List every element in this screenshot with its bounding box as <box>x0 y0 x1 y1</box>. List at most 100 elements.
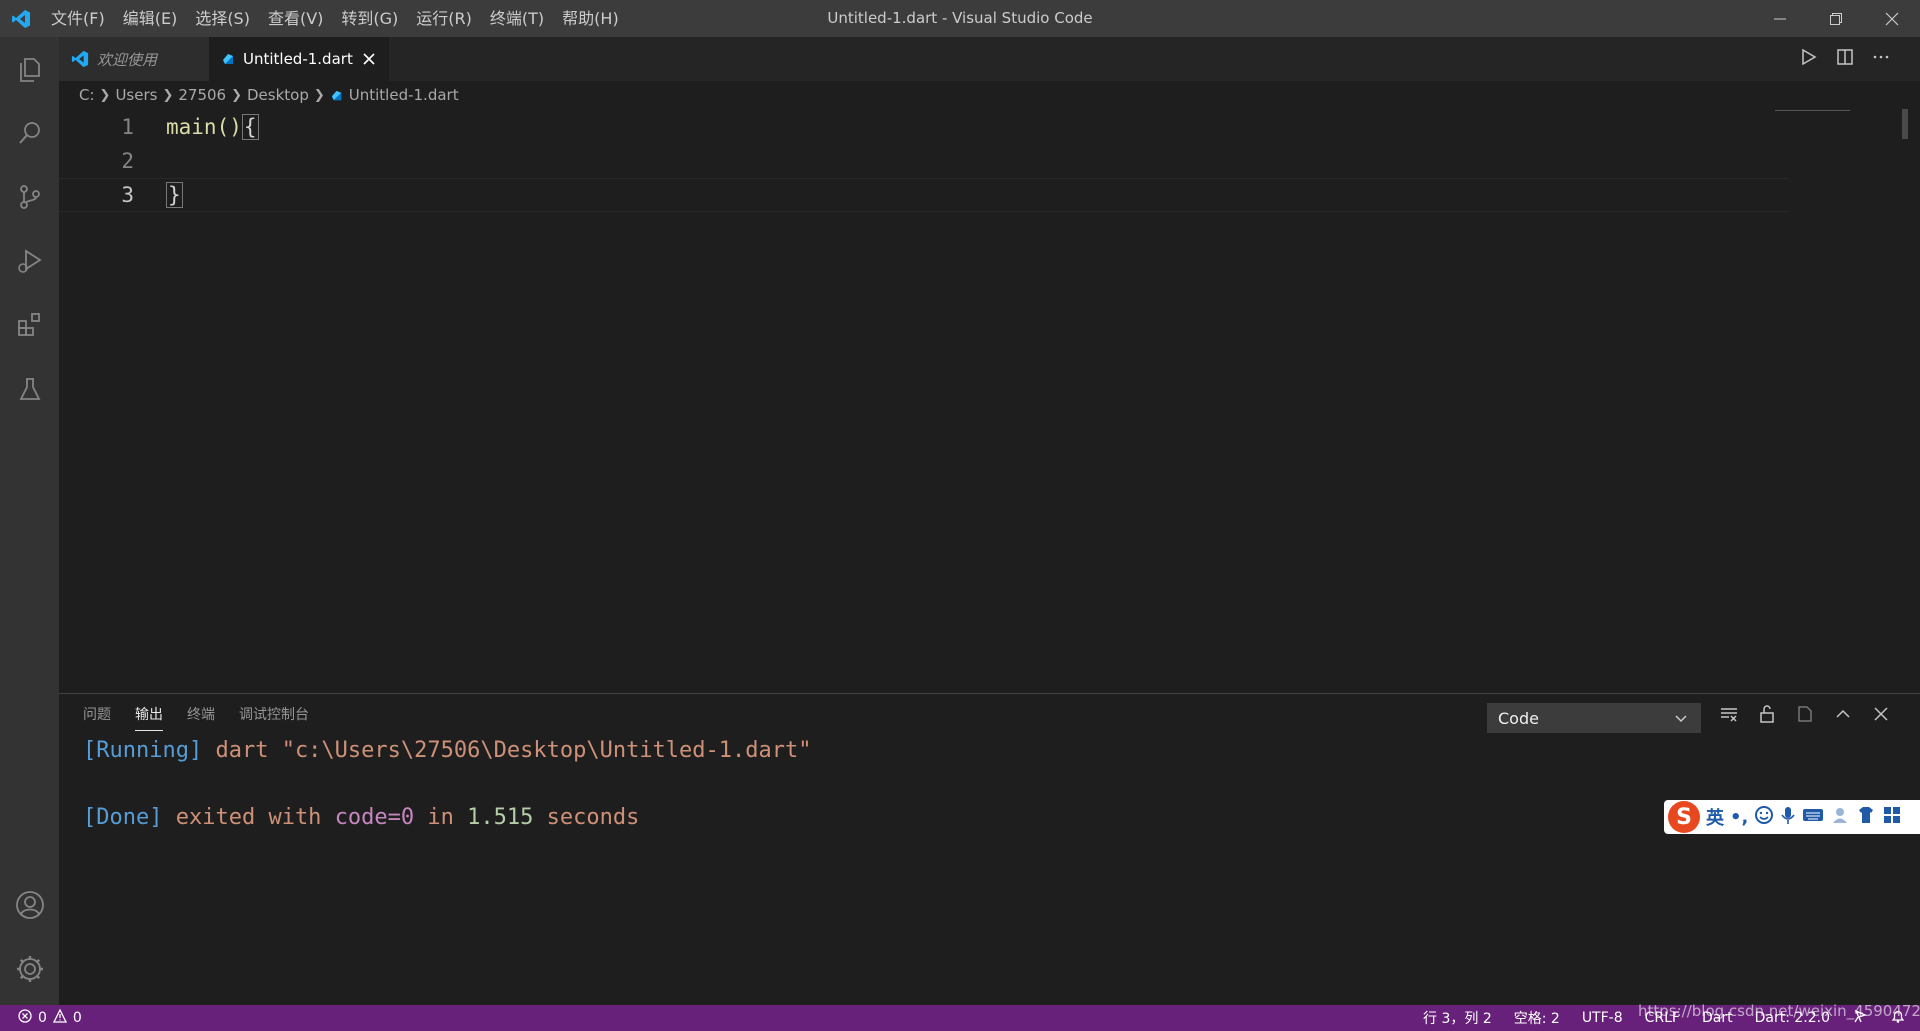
panel-tabs: 问题 输出 终端 调试控制台 <box>83 704 309 731</box>
window-controls <box>1752 0 1920 37</box>
line-code: } <box>166 182 183 208</box>
menu-file[interactable]: 文件(F) <box>42 0 114 37</box>
chevron-right-icon: ❯ <box>162 87 174 103</box>
code-line: 2 <box>59 144 1789 178</box>
menu-edit[interactable]: 编辑(E) <box>114 0 187 37</box>
minimize-button[interactable] <box>1752 0 1808 37</box>
clear-output-button[interactable] <box>1719 704 1739 728</box>
extensions-button[interactable] <box>0 293 59 357</box>
restore-icon <box>1830 12 1842 25</box>
menu-terminal[interactable]: 终端(T) <box>481 0 553 37</box>
tab-debug-console[interactable]: 调试控制台 <box>239 704 309 731</box>
testing-button[interactable] <box>0 357 59 421</box>
manage-button[interactable] <box>0 937 59 1001</box>
problems-status[interactable]: 0 0 <box>18 1008 82 1027</box>
tab-welcome-label: 欢迎使用 <box>97 50 158 69</box>
ime-logo-icon[interactable]: S <box>1668 801 1700 833</box>
output-done-line: [Done] exited with code=0 in 1.515 secon… <box>83 805 639 830</box>
tab-terminal[interactable]: 终端 <box>187 704 215 731</box>
done-tag: [Done] <box>83 805 163 830</box>
line-number: 2 <box>121 149 134 173</box>
open-file-icon <box>1798 706 1812 722</box>
lock-scroll-button[interactable] <box>1757 704 1777 728</box>
restore-button[interactable] <box>1808 0 1864 37</box>
tab-untitled-dart[interactable]: Untitled-1.dart <box>209 37 389 81</box>
breadcrumb: C: ❯ Users ❯ 27506 ❯ Desktop ❯ Untitled-… <box>59 81 1920 109</box>
toolbox-icon[interactable] <box>1882 805 1902 829</box>
flask-icon <box>19 378 40 400</box>
vscode-logo-icon <box>0 0 42 37</box>
indentation[interactable]: 空格: 2 <box>1514 1008 1560 1028</box>
done-text: in <box>427 805 454 830</box>
chevron-right-icon: ❯ <box>231 87 242 103</box>
close-window-button[interactable] <box>1864 0 1920 37</box>
open-log-button[interactable] <box>1795 704 1815 728</box>
ime-toolbar: S 英 •, <box>1664 800 1920 834</box>
maximize-panel-button[interactable] <box>1833 704 1853 728</box>
output-running-line: [Running] dart "c:\Users\27506\Desktop\U… <box>83 738 812 763</box>
search-icon <box>18 122 40 144</box>
breadcrumb-item[interactable]: C: <box>79 86 95 104</box>
user-icon[interactable] <box>1830 805 1850 829</box>
warning-icon <box>52 1008 67 1027</box>
skin-icon[interactable] <box>1856 805 1876 829</box>
clear-all-icon <box>1721 708 1737 722</box>
running-tag: [Running] <box>83 738 203 763</box>
run-debug-icon <box>17 249 42 273</box>
explorer-button[interactable] <box>0 37 59 101</box>
menu-help[interactable]: 帮助(H) <box>553 0 628 37</box>
accounts-button[interactable] <box>0 873 59 937</box>
minimize-icon <box>1774 18 1786 19</box>
gear-icon <box>16 956 43 982</box>
code-editor[interactable]: 1 main(){ 2 3 } <box>59 109 1920 693</box>
breadcrumb-file[interactable]: Untitled-1.dart <box>349 86 459 104</box>
menu-view[interactable]: 查看(V) <box>259 0 332 37</box>
close-icon <box>1885 12 1899 25</box>
ime-punctuation[interactable]: •, <box>1730 807 1748 828</box>
line-number: 3 <box>121 183 134 207</box>
play-icon <box>1802 48 1817 66</box>
microphone-icon[interactable] <box>1780 805 1796 829</box>
tab-output[interactable]: 输出 <box>135 704 163 731</box>
breadcrumb-item[interactable]: Desktop <box>247 86 309 104</box>
split-editor-button[interactable] <box>1836 48 1854 70</box>
menu-go[interactable]: 转到(G) <box>332 0 407 37</box>
exit-code: code=0 <box>334 805 415 830</box>
panel-actions <box>1719 704 1891 728</box>
editor-scrollbar[interactable] <box>1898 109 1912 693</box>
run-debug-button[interactable] <box>0 229 59 293</box>
close-panel-button[interactable] <box>1871 704 1891 728</box>
account-icon <box>15 891 44 919</box>
activity-bar <box>0 37 59 1005</box>
extensions-icon <box>17 313 40 336</box>
menu-selection[interactable]: 选择(S) <box>186 0 259 37</box>
encoding[interactable]: UTF-8 <box>1582 1010 1623 1026</box>
breadcrumb-item[interactable]: 27506 <box>178 86 226 104</box>
files-icon <box>19 58 40 82</box>
tab-welcome[interactable]: 欢迎使用 <box>59 37 209 81</box>
chevron-up-icon <box>1836 709 1850 718</box>
bracket-highlight: } <box>166 182 183 208</box>
minimap[interactable] <box>1775 110 1850 111</box>
cursor-position[interactable]: 行 3，列 2 <box>1423 1008 1492 1028</box>
menu-run[interactable]: 运行(R) <box>407 0 481 37</box>
code-text: main() <box>166 115 242 139</box>
output-channel-select[interactable]: Code <box>1487 703 1701 733</box>
output-panel: 问题 输出 终端 调试控制台 Code [Running] dart "c:\U… <box>59 693 1920 1005</box>
bracket-highlight: { <box>241 114 259 140</box>
emoji-icon[interactable] <box>1754 805 1774 829</box>
run-file-button[interactable] <box>1800 48 1818 70</box>
search-button[interactable] <box>0 101 59 165</box>
close-icon <box>1874 707 1888 721</box>
breadcrumb-item[interactable]: Users <box>115 86 157 104</box>
source-control-button[interactable] <box>0 165 59 229</box>
vscode-icon <box>71 50 89 68</box>
tab-problems[interactable]: 问题 <box>83 704 111 731</box>
ime-mode[interactable]: 英 <box>1706 804 1724 830</box>
split-editor-icon <box>1837 49 1853 65</box>
chevron-right-icon: ❯ <box>313 87 325 103</box>
close-tab-button[interactable] <box>363 53 375 65</box>
running-command: dart "c:\Users\27506\Desktop\Untitled-1.… <box>215 738 812 763</box>
keyboard-icon[interactable] <box>1802 807 1824 827</box>
more-actions-button[interactable] <box>1872 48 1890 70</box>
